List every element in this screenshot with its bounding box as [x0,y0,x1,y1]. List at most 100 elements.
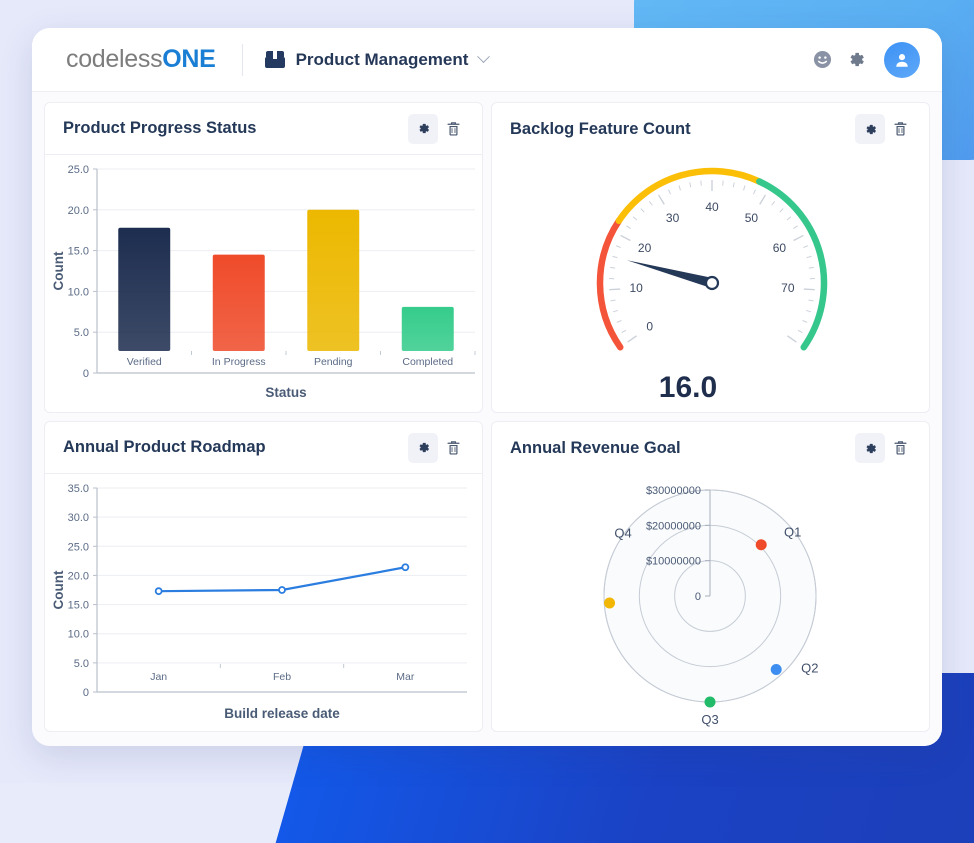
radial-tick-label: $10000000 [646,556,701,568]
x-axis-label: Status [265,385,306,400]
svg-text:20.0: 20.0 [68,205,89,217]
bar-label: Pending [314,356,353,368]
bar [402,307,454,351]
radial-tick-label: $20000000 [646,520,701,532]
panel-header: Annual Product Roadmap [45,422,482,474]
x-tick-label: Jan [150,671,167,683]
polar-data-point [771,664,782,675]
panel-title: Annual Revenue Goal [510,439,855,458]
trash-icon [893,440,908,456]
panel-delete-button[interactable] [438,433,468,463]
user-avatar[interactable] [884,42,920,78]
bar [307,210,359,351]
polar-data-point [705,697,716,708]
panel-header: Backlog Feature Count [492,103,929,155]
bar [118,228,170,351]
y-axis-label: Count [51,251,66,290]
data-point [156,588,162,594]
gauge-value: 16.0 [659,371,717,404]
trash-icon [446,440,461,456]
workspace-selector[interactable]: Product Management [265,50,489,70]
y-axis-label: Count [51,570,66,609]
svg-text:5.0: 5.0 [74,658,89,670]
settings-icon [416,121,431,136]
data-point [279,587,285,593]
gauge-chart: 0 10 20 30 40 50 60 70 16.0 [492,155,929,410]
panel-delete-button[interactable] [885,114,915,144]
panel-title: Product Progress Status [63,119,408,138]
brand-logo-accent: ONE [162,45,215,73]
panel-header: Annual Revenue Goal [492,422,929,474]
svg-text:25.0: 25.0 [68,164,89,176]
bar-label: Verified [127,356,162,368]
svg-text:10.0: 10.0 [68,286,89,298]
gauge-tick: 60 [773,241,787,255]
bar-label: Completed [402,356,453,368]
brand-logo-primary: codeless [66,45,162,73]
svg-text:15.0: 15.0 [68,246,89,258]
dashboard-grid: Product Progress Status [32,92,942,746]
panel-delete-button[interactable] [438,114,468,144]
polar-chart-body: 0$10000000$20000000$30000000Q1Q2Q3Q4 [492,474,929,731]
line-chart: 05.010.015.020.025.030.035.0JanFebMarBui… [45,474,482,729]
trash-icon [893,121,908,137]
x-tick-label: Feb [273,671,291,683]
bar [213,255,265,351]
brand-logo[interactable]: codelessONE [66,45,216,74]
svg-text:20.0: 20.0 [68,570,89,582]
polar-category-label: Q2 [801,660,818,675]
panel-settings-button[interactable] [408,433,438,463]
gauge-tick: 30 [666,211,680,225]
polar-data-point [604,598,615,609]
panel-delete-button[interactable] [885,433,915,463]
smiley-face-icon[interactable] [812,50,832,70]
gear-icon[interactable] [846,50,866,70]
briefcase-icon [265,51,285,68]
app-window: codelessONE Product Management [32,28,942,746]
top-navigation-bar: codelessONE Product Management [32,28,942,92]
workspace-name: Product Management [296,50,469,70]
bar-label: In Progress [212,356,266,368]
bar-chart-body: 0 5.0 10.0 15.0 20.0 25.0 Verified In Progress P… [45,155,482,412]
gauge-tick: 10 [629,281,643,295]
gauge-tick: 40 [705,200,719,214]
panel-backlog-feature-count: Backlog Feature Count [491,102,930,413]
svg-text:30.0: 30.0 [68,512,89,524]
polar-data-point [756,539,767,550]
gauge-chart-body: 0 10 20 30 40 50 60 70 16.0 [492,155,929,412]
svg-text:0: 0 [83,368,89,380]
settings-icon [416,440,431,455]
panel-annual-revenue-goal: Annual Revenue Goal [491,421,930,732]
radial-tick-label: 0 [695,591,701,603]
svg-text:25.0: 25.0 [68,541,89,553]
panel-header: Product Progress Status [45,103,482,155]
topbar-actions [812,42,920,78]
x-tick-label: Mar [396,671,415,683]
svg-text:35.0: 35.0 [68,483,89,495]
panel-title: Annual Product Roadmap [63,438,408,457]
trash-icon [446,121,461,137]
polar-chart: 0$10000000$20000000$30000000Q1Q2Q3Q4 [492,474,929,729]
svg-text:5.0: 5.0 [74,327,89,339]
panel-settings-button[interactable] [855,114,885,144]
svg-text:10.0: 10.0 [68,629,89,641]
settings-icon [863,441,878,456]
panel-title: Backlog Feature Count [510,120,855,139]
panel-settings-button[interactable] [408,114,438,144]
x-axis-label: Build release date [224,706,340,721]
gauge-tick: 70 [781,281,795,295]
polar-category-label: Q4 [614,526,631,541]
topbar-divider [242,44,243,76]
gauge-tick: 0 [646,320,653,334]
gauge-tick: 50 [745,211,759,225]
data-point [402,564,408,570]
settings-icon [863,122,878,137]
line-chart-body: 05.010.015.020.025.030.035.0JanFebMarBui… [45,474,482,731]
svg-text:0: 0 [83,687,89,699]
bar-chart: 0 5.0 10.0 15.0 20.0 25.0 Verified In Progress P… [45,155,482,410]
chevron-down-icon[interactable] [478,50,491,63]
panel-settings-button[interactable] [855,433,885,463]
radial-tick-label: $30000000 [646,485,701,497]
gauge-tick: 20 [638,241,652,255]
polar-category-label: Q3 [701,712,718,727]
